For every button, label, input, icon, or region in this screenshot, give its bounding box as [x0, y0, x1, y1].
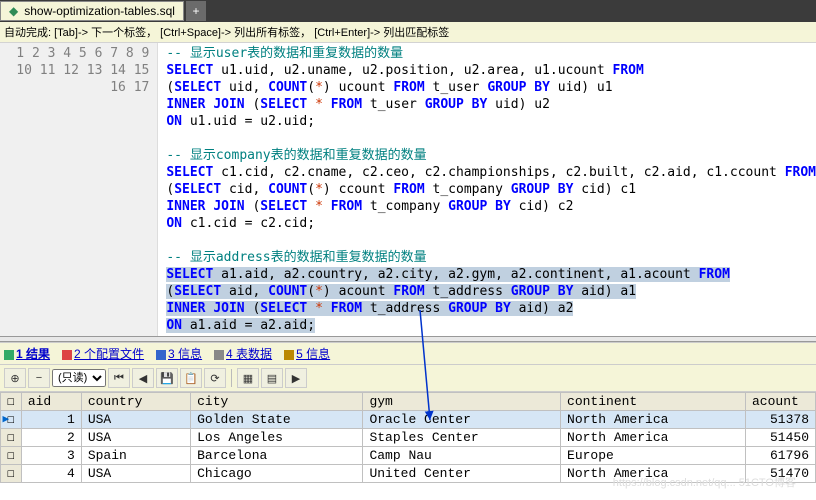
line-gutter: 1 2 3 4 5 6 7 8 9 10 11 12 13 14 15 16 1…: [0, 43, 158, 336]
table-icon: [214, 350, 224, 360]
cell[interactable]: 61796: [746, 447, 816, 465]
table-row[interactable]: ☐ 2 USA Los Angeles Staples Center North…: [1, 429, 816, 447]
results-toolbar: ⊕ − (只读) ⏮ ◀ 💾 📋 ⟳ ▦ ▤ ▶: [0, 365, 816, 392]
profile-icon: [62, 350, 72, 360]
readonly-select[interactable]: (只读): [52, 369, 106, 387]
file-tab-label: show-optimization-tables.sql: [24, 4, 175, 18]
cell[interactable]: North America: [561, 411, 746, 429]
col-acount[interactable]: acount: [746, 393, 816, 411]
table-row[interactable]: ☐ 3 Spain Barcelona Camp Nau Europe 6179…: [1, 447, 816, 465]
cell[interactable]: USA: [81, 429, 190, 447]
header-row: ☐ aid country city gym continent acount: [1, 393, 816, 411]
copy-button[interactable]: 📋: [180, 368, 202, 388]
row-checkbox[interactable]: ☐▶: [1, 411, 22, 429]
cell[interactable]: North America: [561, 429, 746, 447]
info2-icon: [284, 350, 294, 360]
row-checkbox[interactable]: ☐: [1, 429, 22, 447]
add-row-button[interactable]: ⊕: [4, 368, 26, 388]
cell[interactable]: Barcelona: [191, 447, 363, 465]
col-continent[interactable]: continent: [561, 393, 746, 411]
tab-info2[interactable]: 5 信息: [284, 345, 330, 362]
cell[interactable]: Chicago: [191, 465, 363, 483]
tab-profiles[interactable]: 2 个配置文件: [62, 345, 144, 362]
cell[interactable]: Los Angeles: [191, 429, 363, 447]
delete-row-button[interactable]: −: [28, 368, 50, 388]
results-grid[interactable]: ☐ aid country city gym continent acount …: [0, 392, 816, 483]
tab-tabledata[interactable]: 4 表数据: [214, 345, 272, 362]
cell[interactable]: USA: [81, 465, 190, 483]
cell[interactable]: United Center: [363, 465, 561, 483]
cell[interactable]: 1: [21, 411, 81, 429]
cell[interactable]: 3: [21, 447, 81, 465]
cell[interactable]: Camp Nau: [363, 447, 561, 465]
sql-file-icon: ◆: [9, 4, 18, 18]
cell[interactable]: Spain: [81, 447, 190, 465]
col-city[interactable]: city: [191, 393, 363, 411]
checkbox-header[interactable]: ☐: [1, 393, 22, 411]
cell[interactable]: USA: [81, 411, 190, 429]
table-row[interactable]: ☐▶ 1 USA Golden State Oracle Center Nort…: [1, 411, 816, 429]
watermark: https://blog.csdn.net/qq... 51CTO博客: [613, 474, 796, 490]
cell[interactable]: Oracle Center: [363, 411, 561, 429]
nav-first-button[interactable]: ⏮: [108, 368, 130, 388]
code-area[interactable]: -- 显示user表的数据和重复数据的数量 SELECT u1.uid, u2.…: [158, 43, 816, 336]
tab-results[interactable]: 1 结果: [4, 345, 50, 362]
row-checkbox[interactable]: ☐: [1, 447, 22, 465]
tab-info1[interactable]: 3 信息: [156, 345, 202, 362]
autocomplete-hint: 自动完成: [Tab]-> 下一个标签， [Ctrl+Space]-> 列出所有…: [0, 22, 816, 43]
file-tab[interactable]: ◆ show-optimization-tables.sql: [0, 1, 184, 21]
new-tab-button[interactable]: +: [186, 1, 206, 21]
export-button[interactable]: ▦: [237, 368, 259, 388]
nav-prev-button[interactable]: ◀: [132, 368, 154, 388]
tab-bar: ◆ show-optimization-tables.sql +: [0, 0, 816, 22]
results-tab-bar: 1 结果 2 个配置文件 3 信息 4 表数据 5 信息: [0, 342, 816, 365]
refresh-button[interactable]: ⟳: [204, 368, 226, 388]
separator: [231, 369, 232, 387]
nav-next-button[interactable]: ▶: [285, 368, 307, 388]
col-aid[interactable]: aid: [21, 393, 81, 411]
row-checkbox[interactable]: ☐: [1, 465, 22, 483]
cell[interactable]: 2: [21, 429, 81, 447]
sql-editor[interactable]: 1 2 3 4 5 6 7 8 9 10 11 12 13 14 15 16 1…: [0, 43, 816, 336]
grid-icon: [4, 350, 14, 360]
cell[interactable]: Staples Center: [363, 429, 561, 447]
col-gym[interactable]: gym: [363, 393, 561, 411]
cell[interactable]: 4: [21, 465, 81, 483]
cell[interactable]: 51450: [746, 429, 816, 447]
cell[interactable]: Golden State: [191, 411, 363, 429]
filter-button[interactable]: ▤: [261, 368, 283, 388]
cell[interactable]: 51378: [746, 411, 816, 429]
info-icon: [156, 350, 166, 360]
save-button[interactable]: 💾: [156, 368, 178, 388]
cell[interactable]: Europe: [561, 447, 746, 465]
col-country[interactable]: country: [81, 393, 190, 411]
current-row-icon: ▶: [3, 412, 10, 426]
